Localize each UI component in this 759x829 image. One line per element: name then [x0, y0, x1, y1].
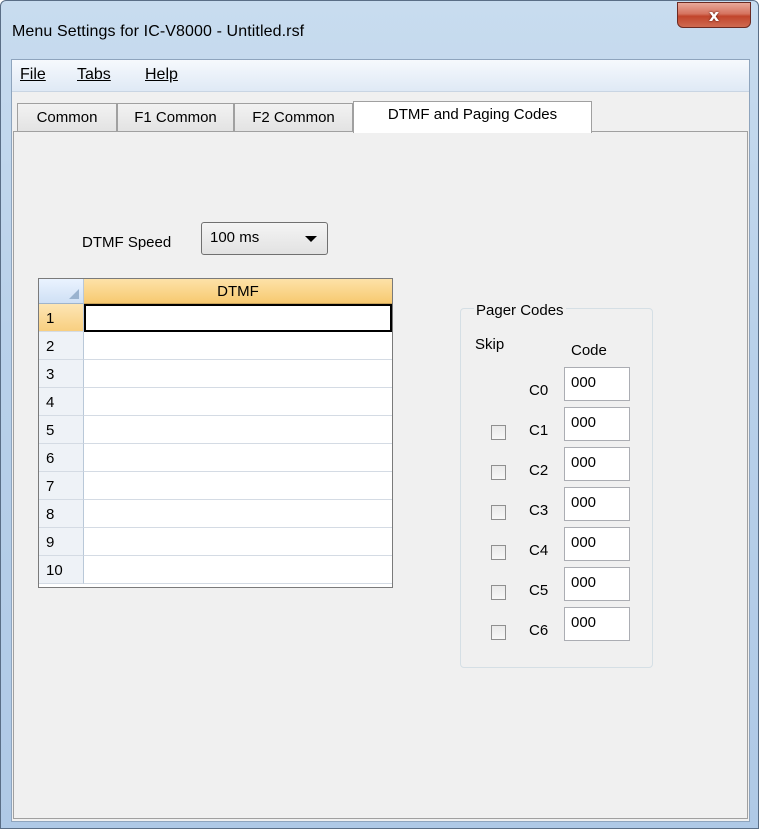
- select-all-corner[interactable]: [39, 279, 84, 304]
- tab-common-label: Common: [36, 109, 98, 126]
- pager-code-label: C5: [529, 582, 549, 599]
- tab-f2-common[interactable]: F2 Common: [234, 103, 353, 131]
- pager-code-input-c3[interactable]: 000: [564, 487, 630, 521]
- tab-page-dtmf-paging: DTMF Speed 100 ms DTMF 1 2 3 4 5 6 7 8 9 10 Pager…: [13, 131, 748, 819]
- skip-checkbox-c2[interactable]: [491, 465, 506, 480]
- tab-f1-common-label: F1 Common: [134, 109, 217, 126]
- pager-code-label: C0: [529, 382, 549, 399]
- dtmf-cell[interactable]: [84, 416, 392, 444]
- pager-code-label: C2: [529, 462, 549, 479]
- menu-help-label: Help: [145, 66, 178, 83]
- table-row[interactable]: 2: [39, 332, 392, 360]
- dtmf-column-header[interactable]: DTMF: [84, 279, 392, 304]
- skip-checkbox-c4[interactable]: [491, 545, 506, 560]
- code-header: Code: [571, 342, 607, 359]
- dtmf-speed-select[interactable]: 100 ms: [201, 222, 328, 255]
- row-header[interactable]: 3: [39, 360, 84, 388]
- row-header[interactable]: 2: [39, 332, 84, 360]
- pager-code-label: C6: [529, 622, 549, 639]
- row-header[interactable]: 8: [39, 500, 84, 528]
- table-row[interactable]: 3: [39, 360, 392, 388]
- close-icon: x: [708, 5, 720, 25]
- tab-f2-common-label: F2 Common: [252, 109, 335, 126]
- menu-tabs-label: Tabs: [77, 66, 111, 83]
- pager-code-input-c1[interactable]: 000: [564, 407, 630, 441]
- menu-help[interactable]: Help: [145, 66, 178, 84]
- table-row[interactable]: 5: [39, 416, 392, 444]
- dtmf-cell[interactable]: [84, 556, 392, 584]
- dtmf-cell[interactable]: [84, 332, 392, 360]
- table-row[interactable]: 10: [39, 556, 392, 584]
- dtmf-cell[interactable]: [84, 444, 392, 472]
- pager-code-label: C3: [529, 502, 549, 519]
- pager-code-input-c5[interactable]: 000: [564, 567, 630, 601]
- dtmf-cell[interactable]: [84, 360, 392, 388]
- client-area: File Tabs Help Common F1 Common F2 Commo…: [11, 59, 750, 822]
- tab-f1-common[interactable]: F1 Common: [117, 103, 234, 131]
- pager-code-input-c2[interactable]: 000: [564, 447, 630, 481]
- table-row[interactable]: 4: [39, 388, 392, 416]
- app-window: Menu Settings for IC-V8000 - Untitled.rs…: [0, 0, 759, 829]
- skip-header: Skip: [475, 336, 505, 353]
- pager-code-label: C1: [529, 422, 549, 439]
- dtmf-cell[interactable]: [84, 304, 392, 332]
- dtmf-cell[interactable]: [84, 528, 392, 556]
- row-header[interactable]: 1: [39, 304, 84, 332]
- dtmf-speed-label: DTMF Speed: [82, 234, 172, 251]
- row-header[interactable]: 5: [39, 416, 84, 444]
- close-button[interactable]: x: [677, 2, 751, 28]
- tab-dtmf-paging-label: DTMF and Paging Codes: [387, 106, 558, 123]
- pager-code-label: C4: [529, 542, 549, 559]
- pager-codes-title: Pager Codes: [474, 302, 566, 319]
- table-row[interactable]: 1: [39, 304, 392, 332]
- chevron-down-icon: [305, 236, 317, 242]
- dtmf-cell[interactable]: [84, 472, 392, 500]
- tab-strip: Common F1 Common F2 Common DTMF and Pagi…: [12, 91, 749, 133]
- dtmf-cell[interactable]: [84, 500, 392, 528]
- tab-common[interactable]: Common: [17, 103, 117, 131]
- menu-file[interactable]: File: [20, 66, 46, 84]
- dtmf-speed-value: 100 ms: [210, 229, 260, 246]
- table-row[interactable]: 6: [39, 444, 392, 472]
- menu-bar: File Tabs Help: [12, 60, 749, 92]
- row-header[interactable]: 10: [39, 556, 84, 584]
- skip-checkbox-c1[interactable]: [491, 425, 506, 440]
- pager-code-input-c6[interactable]: 000: [564, 607, 630, 641]
- menu-file-label: File: [20, 66, 46, 83]
- tab-dtmf-paging[interactable]: DTMF and Paging Codes: [353, 101, 592, 133]
- title-bar[interactable]: Menu Settings for IC-V8000 - Untitled.rs…: [1, 1, 758, 59]
- row-header[interactable]: 9: [39, 528, 84, 556]
- skip-checkbox-c6[interactable]: [491, 625, 506, 640]
- dtmf-cell[interactable]: [84, 388, 392, 416]
- row-header[interactable]: 6: [39, 444, 84, 472]
- pager-code-input-c0[interactable]: 000: [564, 367, 630, 401]
- row-header[interactable]: 4: [39, 388, 84, 416]
- table-row[interactable]: 8: [39, 500, 392, 528]
- window-title: Menu Settings for IC-V8000 - Untitled.rs…: [12, 23, 305, 40]
- skip-checkbox-c3[interactable]: [491, 505, 506, 520]
- table-row[interactable]: 7: [39, 472, 392, 500]
- pager-code-input-c4[interactable]: 000: [564, 527, 630, 561]
- menu-tabs[interactable]: Tabs: [77, 66, 111, 84]
- corner-triangle-icon: [69, 289, 79, 299]
- table-row[interactable]: 9: [39, 528, 392, 556]
- skip-checkbox-c5[interactable]: [491, 585, 506, 600]
- dtmf-grid[interactable]: DTMF 1 2 3 4 5 6 7 8 9 10: [38, 278, 393, 588]
- row-header[interactable]: 7: [39, 472, 84, 500]
